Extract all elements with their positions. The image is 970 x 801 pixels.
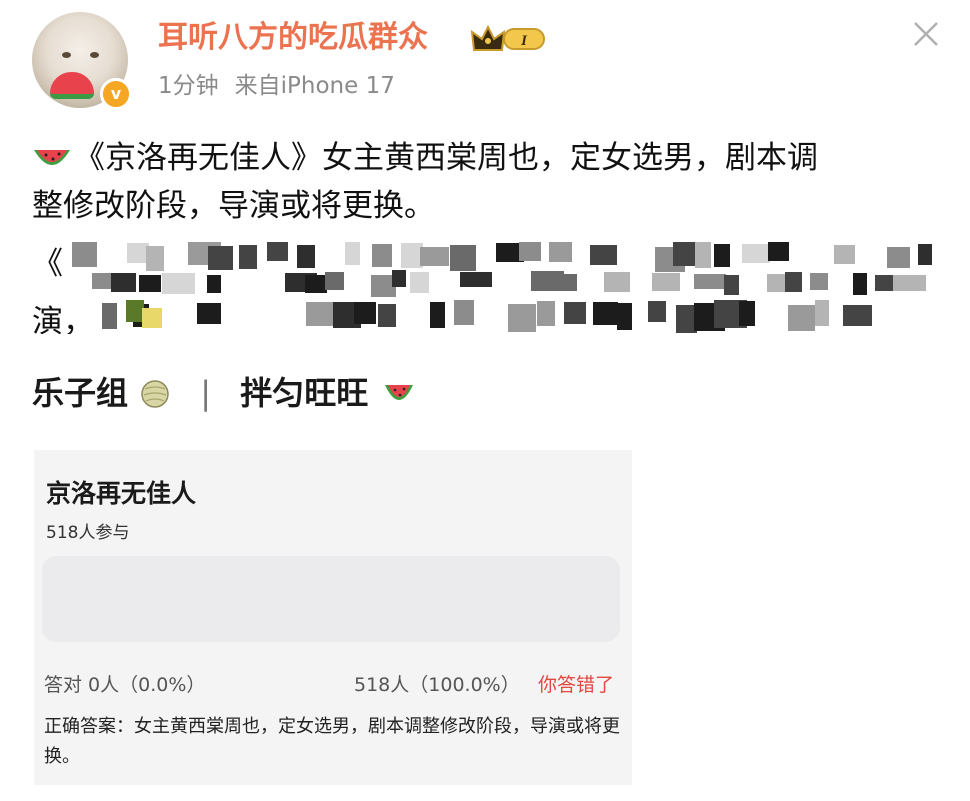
pixel-block (139, 275, 161, 292)
verified-badge-icon: v (100, 78, 132, 110)
correct-stat: 答对 0人（0.0%） (44, 674, 206, 696)
pixel-block (392, 270, 406, 287)
wrong-stat: 518人（100.0%） (354, 674, 520, 696)
melon-ball-icon (141, 380, 169, 408)
pixel-block (102, 303, 117, 329)
pixel-block (111, 273, 136, 292)
pixel-block (564, 302, 586, 324)
pixel-block (354, 302, 376, 324)
pixel-block (197, 303, 221, 324)
pixel-block (853, 273, 867, 295)
pixel-block (742, 244, 770, 263)
quiz-card[interactable]: 京洛再无佳人 518人参与 答对 0人（0.0%） 518人（100.0%） 你… (34, 450, 632, 785)
subheader: 乐子组 | 拌匀旺旺 (32, 372, 419, 414)
pixel-block (345, 242, 360, 265)
pixel-block (267, 242, 288, 261)
pixel-block (768, 242, 789, 261)
group-name-right: 拌匀旺旺 (240, 374, 369, 412)
pixel-block (724, 275, 739, 295)
pixel-block (714, 244, 730, 267)
watermelon-icon (34, 150, 70, 165)
pixel-block (648, 301, 666, 322)
pixel-block (146, 246, 164, 271)
pixel-block (142, 308, 162, 328)
pixel-block (519, 242, 541, 261)
pixel-block (460, 272, 492, 287)
censored-text-line2-start: 演， (32, 304, 94, 334)
post-text: 《京洛再无佳人》女主黄西棠周也，定女选男，剧本调 整修改阶段，导演或将更换。 (32, 134, 932, 230)
pixel-block (239, 245, 257, 269)
pixel-block (306, 302, 336, 326)
pixel-block (162, 273, 195, 294)
group-name-left: 乐子组 (32, 374, 129, 412)
pixel-block (207, 275, 221, 293)
pixel-block (843, 305, 872, 326)
correct-answer: 正确答案：女主黄西棠周也，定女选男，剧本调整修改阶段，导演或将更换。 (44, 716, 620, 767)
quiz-options-area[interactable] (42, 556, 620, 642)
post-source: 来自iPhone 17 (234, 73, 395, 99)
watermelon-icon (385, 385, 414, 400)
pixel-block (549, 242, 572, 262)
pixel-block (450, 245, 476, 271)
censored-text-start: 《 (32, 246, 63, 282)
pixel-block (785, 272, 802, 292)
pixel-block (788, 305, 815, 331)
post-time: 1分钟 (158, 73, 219, 99)
pixel-block (694, 274, 726, 289)
pixel-block (508, 304, 536, 332)
pixel-block (305, 275, 327, 293)
pixel-block (593, 302, 618, 325)
pixel-block (810, 273, 828, 290)
post-line-1: 《京洛再无佳人》女主黄西棠周也，定女选男，剧本调 (32, 134, 932, 182)
pixel-block (537, 301, 555, 326)
pixel-block (918, 244, 932, 265)
post-meta: 1分钟 来自iPhone 17 (158, 70, 395, 102)
pixel-block (72, 242, 97, 267)
pixel-block (815, 300, 829, 326)
pixel-block (834, 245, 855, 264)
post-line-1-text: 《京洛再无佳人》女主黄西棠周也，定女选男，剧本调 (74, 140, 818, 176)
pixel-block (617, 303, 632, 330)
pixel-block (430, 302, 445, 328)
pixel-block (551, 274, 577, 291)
username[interactable]: 耳听八方的吃瓜群众 (158, 18, 428, 58)
pixel-block (420, 247, 449, 266)
pixel-block (673, 242, 696, 266)
pixel-block (652, 273, 680, 291)
pixel-block (410, 272, 429, 293)
pixel-block (454, 300, 474, 325)
censored-text: 《 演， (32, 234, 932, 334)
pixel-block (739, 301, 755, 326)
pixel-block (887, 247, 910, 268)
quiz-title: 京洛再无佳人 (46, 479, 197, 508)
pixel-block (893, 275, 926, 291)
avatar-eye (90, 52, 99, 58)
crown-level-icon[interactable]: I (470, 24, 550, 54)
pixel-block (208, 246, 233, 270)
avatar-eye (62, 52, 71, 58)
pixel-block (372, 244, 392, 267)
close-icon[interactable] (912, 20, 940, 48)
pixel-block (590, 245, 617, 265)
pixel-block (695, 242, 711, 268)
pixel-block (604, 272, 630, 292)
pixel-block (325, 272, 344, 290)
wrong-answer-label: 你答错了 (538, 674, 615, 696)
post-line-2: 整修改阶段，导演或将更换。 (32, 188, 435, 224)
quiz-participants: 518人参与 (46, 523, 130, 543)
badge-level: I (520, 33, 528, 49)
pixel-block (297, 245, 315, 268)
subheader-separator: | (200, 374, 212, 412)
avatar-watermelon (50, 72, 94, 99)
pixel-block (378, 304, 396, 327)
